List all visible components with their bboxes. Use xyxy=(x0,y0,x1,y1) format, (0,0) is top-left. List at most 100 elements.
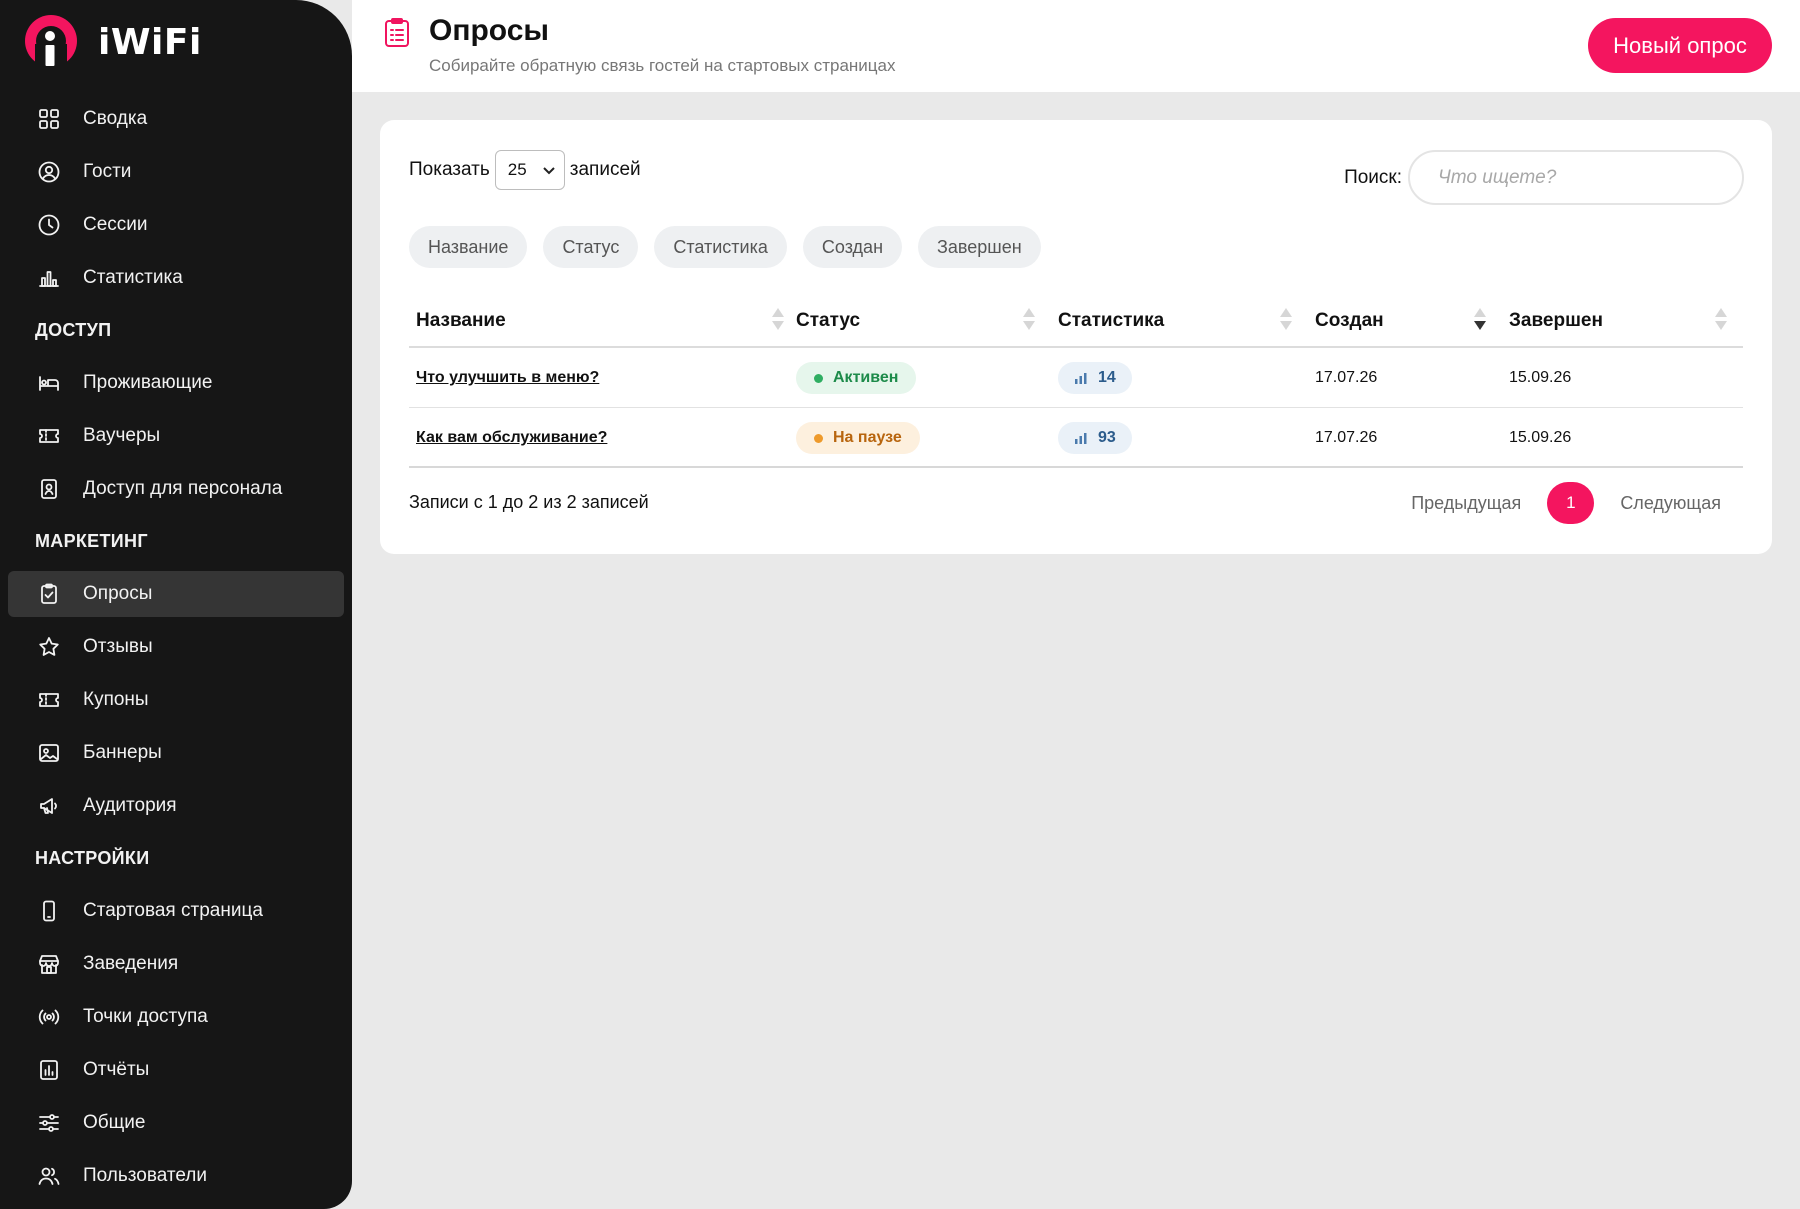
chevron-down-icon xyxy=(543,167,555,175)
records-label: записей xyxy=(569,159,641,180)
sidebar-item-label: Точки доступа xyxy=(83,1006,208,1027)
table-row: Как вам обслуживание? На паузе 93 17.07.… xyxy=(409,408,1743,468)
stat-value: 93 xyxy=(1098,429,1116,446)
sidebar-item-vouchers[interactable]: Ваучеры xyxy=(8,413,344,459)
created-date: 17.07.26 xyxy=(1315,429,1378,446)
stat-badge[interactable]: 93 xyxy=(1058,422,1132,454)
sort-icon[interactable] xyxy=(1022,306,1036,332)
column-header-created[interactable]: Создан xyxy=(1315,310,1384,332)
search-input[interactable] xyxy=(1408,150,1744,205)
surveys-table: Название Статус Статистика Создан Заверш… xyxy=(409,298,1743,468)
sidebar-section-access: ДОСТУП xyxy=(35,320,112,340)
sidebar-item-users[interactable]: Пользователи xyxy=(8,1153,344,1199)
surveys-card: Показать 25 записей Поиск: Название Стат… xyxy=(380,120,1772,554)
user-circle-icon xyxy=(37,160,61,184)
sort-desc-icon[interactable] xyxy=(1473,306,1487,332)
broadcast-icon xyxy=(37,1005,61,1029)
sidebar-item-staff-access[interactable]: Доступ для персонала xyxy=(8,466,344,512)
column-toggle-chips: Название Статус Статистика Создан Заверш… xyxy=(409,226,1041,268)
show-label: Показать xyxy=(409,159,490,180)
users-icon xyxy=(37,1164,61,1188)
page-size-value: 25 xyxy=(507,160,527,179)
chip-title[interactable]: Название xyxy=(409,226,528,268)
sidebar-item-venues[interactable]: Заведения xyxy=(8,941,344,987)
chip-finished[interactable]: Завершен xyxy=(918,226,1041,268)
sidebar-item-sessions[interactable]: Сессии xyxy=(8,202,344,248)
sidebar-item-label: Доступ для персонала xyxy=(83,478,283,499)
chip-statistics[interactable]: Статистика xyxy=(654,226,787,268)
survey-icon xyxy=(384,18,410,48)
sidebar-item-label: Опросы xyxy=(83,583,153,604)
report-icon xyxy=(37,1058,61,1082)
page-size-select[interactable]: 25 xyxy=(494,150,565,190)
column-header-finished[interactable]: Завершен xyxy=(1509,310,1603,332)
badge-icon xyxy=(37,477,61,501)
image-icon xyxy=(37,741,61,765)
sidebar-item-surveys[interactable]: Опросы xyxy=(8,571,344,617)
status-text: Активен xyxy=(833,369,899,386)
table-row: Что улучшить в меню? Активен 14 17.07.26… xyxy=(409,348,1743,408)
store-icon xyxy=(37,952,61,976)
pagination-next[interactable]: Следующая xyxy=(1620,493,1721,514)
records-info: Записи с 1 до 2 из 2 записей xyxy=(409,492,649,512)
clock-icon xyxy=(37,213,61,237)
sidebar-item-coupons[interactable]: Купоны xyxy=(8,677,344,723)
chip-status[interactable]: Статус xyxy=(543,226,639,268)
survey-title-link[interactable]: Как вам обслуживание? xyxy=(416,429,607,447)
star-icon xyxy=(37,635,61,659)
finished-date: 15.09.26 xyxy=(1509,369,1572,386)
sidebar-item-statistics[interactable]: Статистика xyxy=(8,255,344,301)
pagination: Предыдущая 1 Следующая xyxy=(1411,482,1721,524)
sidebar-item-label: Стартовая страница xyxy=(83,900,263,921)
sidebar-item-label: Статистика xyxy=(83,267,183,288)
sort-icon[interactable] xyxy=(771,306,785,332)
sort-icon[interactable] xyxy=(1279,306,1293,332)
status-dot-icon xyxy=(814,373,823,383)
sidebar-item-label: Гости xyxy=(83,161,132,182)
search-control: Поиск: xyxy=(1344,150,1744,205)
status-badge: Активен xyxy=(796,362,917,394)
sidebar-item-reviews[interactable]: Отзывы xyxy=(8,624,344,670)
ticket-icon xyxy=(37,424,61,448)
chip-created[interactable]: Создан xyxy=(802,226,903,268)
stat-value: 14 xyxy=(1098,369,1116,386)
sidebar-item-audience[interactable]: Аудитория xyxy=(8,783,344,829)
survey-title-link[interactable]: Что улучшить в меню? xyxy=(416,369,599,387)
sidebar-item-label: Заведения xyxy=(83,953,179,974)
sidebar-section-settings: НАСТРОЙКИ xyxy=(35,848,150,868)
bar-chart-icon xyxy=(1075,373,1087,384)
page-header: Опросы Собирайте обратную связь гостей н… xyxy=(352,0,1800,92)
sidebar-item-guests[interactable]: Гости xyxy=(8,149,344,195)
table-header: Название Статус Статистика Создан Заверш… xyxy=(409,298,1743,348)
sidebar-item-start-page[interactable]: Стартовая страница xyxy=(8,888,344,934)
bar-chart-icon xyxy=(37,266,61,290)
sidebar-item-label: Аудитория xyxy=(83,795,177,816)
page-subtitle: Собирайте обратную связь гостей на старт… xyxy=(429,56,896,75)
sidebar-item-label: Сводка xyxy=(83,108,148,129)
pagination-prev[interactable]: Предыдущая xyxy=(1411,493,1521,514)
sidebar-item-label: Общие xyxy=(83,1112,146,1133)
column-header-status[interactable]: Статус xyxy=(796,310,860,332)
logo[interactable]: iWiFi xyxy=(24,14,202,70)
sidebar-item-reports[interactable]: Отчёты xyxy=(8,1047,344,1093)
status-dot-icon xyxy=(814,433,823,443)
column-header-title[interactable]: Название xyxy=(416,310,506,332)
sidebar-item-dashboard[interactable]: Сводка xyxy=(8,96,344,142)
bar-chart-icon xyxy=(1075,433,1087,444)
phone-icon xyxy=(37,899,61,923)
status-text: На паузе xyxy=(833,429,902,446)
coupon-icon xyxy=(37,688,61,712)
sidebar-item-residents[interactable]: Проживающие xyxy=(8,360,344,406)
stat-badge[interactable]: 14 xyxy=(1058,362,1132,394)
sidebar-item-banners[interactable]: Баннеры xyxy=(8,730,344,776)
status-badge: На паузе xyxy=(796,422,920,454)
column-header-statistics[interactable]: Статистика xyxy=(1058,310,1164,332)
sidebar-item-label: Пользователи xyxy=(83,1165,208,1186)
sort-icon[interactable] xyxy=(1714,306,1728,332)
new-survey-button[interactable]: Новый опрос xyxy=(1588,18,1772,73)
sidebar-item-label: Купоны xyxy=(83,689,149,710)
sidebar-item-general[interactable]: Общие xyxy=(8,1100,344,1146)
sidebar-item-label: Баннеры xyxy=(83,742,162,763)
pagination-page-current[interactable]: 1 xyxy=(1547,482,1595,524)
sidebar-item-access-points[interactable]: Точки доступа xyxy=(8,994,344,1040)
